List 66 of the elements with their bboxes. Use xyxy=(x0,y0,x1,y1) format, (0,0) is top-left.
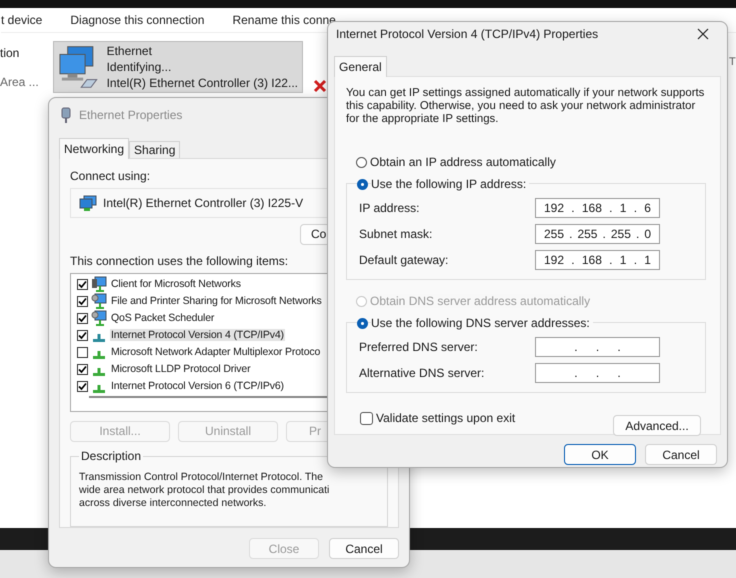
cable-plug-icon xyxy=(61,107,71,123)
disconnected-icon xyxy=(313,79,327,93)
checkbox[interactable] xyxy=(77,278,88,290)
connection-text: tion xyxy=(0,46,20,60)
protocol-icon xyxy=(93,368,105,376)
radio-button[interactable] xyxy=(357,318,368,328)
checkbox[interactable] xyxy=(360,412,373,424)
list-item[interactable]: Microsoft LLDP Protocol Driver xyxy=(110,363,252,376)
ip-address-field[interactable]: 255 . 255 . 255 . 0 xyxy=(535,224,660,244)
toolbar-item[interactable]: t device xyxy=(1,13,42,27)
ip-address-field[interactable]: 192 . 168 . 1 . 1 xyxy=(535,250,660,270)
dialog-button[interactable]: Cancel xyxy=(645,444,717,465)
description-text: Transmission Control Protocol/Internet Protocol. The wide area network protocol that provides communicati across diverse interconnected networks. xyxy=(79,470,330,510)
list-item[interactable]: Client for Microsoft Networks xyxy=(110,278,242,290)
adapter-device: Intel(R) Ethernet Controller (3) I22... xyxy=(106,76,298,90)
checkbox[interactable] xyxy=(77,312,88,324)
connect-using-label: Connect using: xyxy=(70,169,150,183)
tab[interactable]: Networking xyxy=(59,138,130,159)
list-item[interactable]: File and Printer Sharing for Microsoft Networks xyxy=(110,295,323,308)
protocol-icon xyxy=(93,334,105,342)
service-icon xyxy=(91,310,107,326)
ip-address-field[interactable]: . . . xyxy=(535,337,660,357)
close-icon[interactable] xyxy=(697,28,709,40)
service-icon xyxy=(91,293,107,310)
adapter-tile[interactable]: Ethernet Identifying... Intel(R) Ethernet Controller (3) I22... xyxy=(53,41,303,93)
intro-text: You can get IP settings assigned automatically if your network supports this capability. Otherwise, you need to ask your network administrator for the appropriate IP settings. xyxy=(346,87,706,126)
dialog-button[interactable]: Cancel xyxy=(329,538,399,559)
toolbar-item[interactable]: Diagnose this connection xyxy=(70,13,204,27)
list-item[interactable]: Internet Protocol Version 6 (TCP/IPv6) xyxy=(110,380,285,392)
tab[interactable]: General xyxy=(334,56,387,77)
radio-label[interactable]: Use the following DNS server addresses: xyxy=(371,316,593,330)
field-label: Subnet mask: xyxy=(359,227,432,241)
field-label: Default gateway: xyxy=(359,253,448,267)
window-title: Internet Protocol Version 4 (TCP/IPv4) Properties xyxy=(336,27,598,41)
list-item[interactable]: Internet Protocol Version 4 (TCP/IPv4) xyxy=(110,329,285,342)
protocol-icon xyxy=(93,350,105,359)
field-label: Alternative DNS server: xyxy=(359,366,484,380)
ip-address-field[interactable]: 192 . 168 . 1 . 6 xyxy=(535,198,660,218)
connection-text: Area ... xyxy=(0,75,40,89)
radio-button[interactable] xyxy=(356,156,367,168)
adapter-name: Ethernet xyxy=(106,44,153,58)
checkbox[interactable] xyxy=(77,364,88,375)
window-title: Ethernet Properties xyxy=(79,108,182,122)
field-label: Preferred DNS server: xyxy=(359,340,478,354)
client-icon xyxy=(91,276,107,292)
ip-address-field[interactable]: . . . xyxy=(535,363,660,383)
list-item[interactable]: Microsoft Network Adapter Multiplexor Protoco xyxy=(110,346,322,358)
dialog-button[interactable]: OK xyxy=(564,444,636,465)
radio-label[interactable]: Obtain an IP address automatically xyxy=(370,155,556,169)
checkbox[interactable] xyxy=(77,296,88,307)
radio-button[interactable] xyxy=(357,178,368,190)
radio-label[interactable]: Use the following IP address: xyxy=(371,177,530,191)
checkbox[interactable] xyxy=(77,380,88,392)
description-title: Description xyxy=(79,448,144,463)
tab[interactable]: Sharing xyxy=(129,141,180,158)
toolbar-item[interactable]: Rename this conne xyxy=(232,13,336,27)
connection-text: T xyxy=(729,56,736,68)
checkbox-label[interactable]: Validate settings upon exit xyxy=(376,411,516,425)
protocol-icon xyxy=(93,384,105,393)
list-item[interactable]: QoS Packet Scheduler xyxy=(110,312,216,324)
advanced-button[interactable]: Advanced... xyxy=(613,415,701,436)
checkbox[interactable] xyxy=(77,346,88,358)
adapter-status: Identifying... xyxy=(106,60,172,74)
network-adapter-icon xyxy=(79,194,97,211)
checkbox[interactable] xyxy=(77,330,88,341)
items-label: This connection uses the following items: xyxy=(70,254,288,268)
